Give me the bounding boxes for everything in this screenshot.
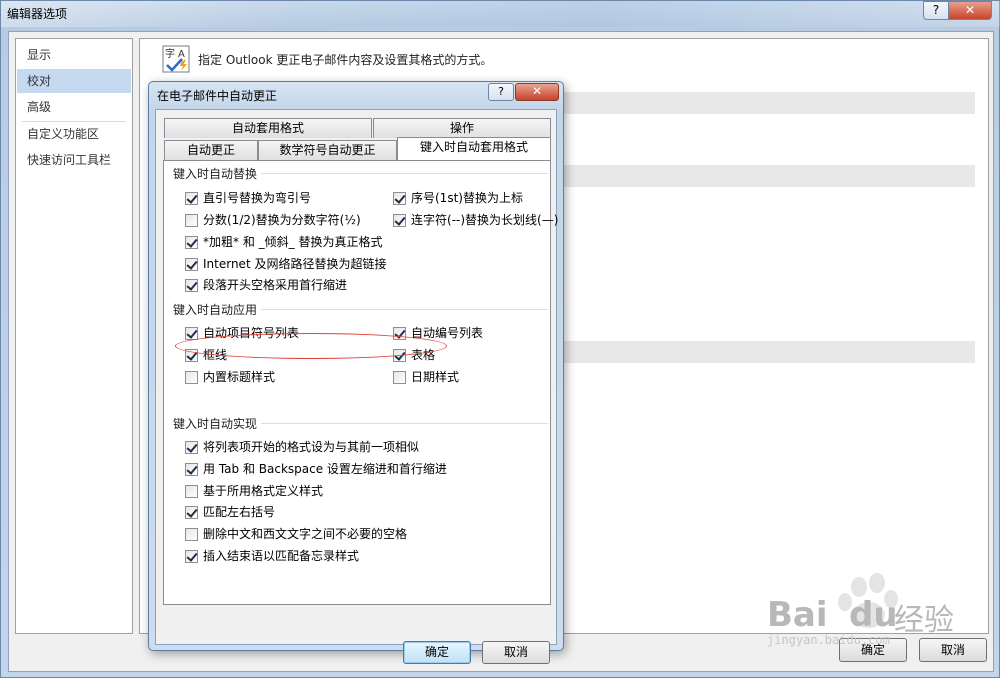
nav-item-advanced[interactable]: 高级 bbox=[17, 95, 131, 119]
tab-autocorrect[interactable]: 自动更正 bbox=[164, 140, 258, 160]
annotation-highlight-oval bbox=[175, 333, 447, 359]
dialog-ok-button[interactable]: 确定 bbox=[403, 641, 471, 664]
checkbox[interactable] bbox=[185, 279, 198, 292]
checkbox[interactable] bbox=[185, 550, 198, 563]
section-header-band bbox=[560, 92, 975, 114]
option-label: 插入结束语以匹配备忘录样式 bbox=[203, 549, 360, 563]
section-header-band bbox=[560, 165, 975, 187]
checkbox[interactable] bbox=[185, 441, 198, 454]
autoformat-as-you-type-page: 键入时自动替换 直引号替换为弯引号 序号(1st)替换为上标 分数(1/2)替换… bbox=[163, 160, 558, 605]
option-label: 基于所用格式定义样式 bbox=[203, 484, 324, 498]
option-label: 匹配左右括号 bbox=[203, 505, 276, 519]
checkbox[interactable] bbox=[185, 214, 198, 227]
checkbox[interactable] bbox=[185, 485, 198, 498]
nav-item-quick-access-toolbar[interactable]: 快速访问工具栏 bbox=[17, 148, 131, 172]
dialog-close-button[interactable]: ✕ bbox=[515, 83, 559, 101]
checkbox[interactable] bbox=[185, 371, 198, 384]
autocorrect-dialog: 在电子邮件中自动更正 ? ✕ 自动套用格式 操作 自动更正 数学符号自动更正 键… bbox=[148, 81, 564, 664]
checkbox[interactable] bbox=[393, 214, 406, 227]
option-label: 将列表项开始的格式设为与其前一项相似 bbox=[203, 440, 420, 454]
title-bar bbox=[1, 1, 1000, 27]
close-button[interactable]: ✕ bbox=[948, 1, 992, 20]
checkbox[interactable] bbox=[185, 258, 198, 271]
tab-autoformat-as-you-type[interactable]: 键入时自动套用格式 bbox=[397, 137, 551, 160]
nav-item-display[interactable]: 显示 bbox=[17, 43, 131, 67]
option-label: 删除中文和西文文字之间不必要的空格 bbox=[203, 527, 408, 541]
dialog-body: 自动套用格式 操作 自动更正 数学符号自动更正 键入时自动套用格式 键入时自动替… bbox=[155, 109, 558, 664]
checkbox[interactable] bbox=[393, 371, 406, 384]
category-nav: 显示 校对 高级 自定义功能区 快速访问工具栏 bbox=[15, 38, 133, 634]
tab-autoformat[interactable]: 自动套用格式 bbox=[164, 118, 372, 138]
option-label: 用 Tab 和 Backspace 设置左缩进和首行缩进 bbox=[203, 462, 447, 476]
checkbox[interactable] bbox=[185, 506, 198, 519]
dialog-help-button[interactable]: ? bbox=[488, 83, 514, 101]
option-label: *加粗* 和 _倾斜_ 替换为真正格式 bbox=[203, 235, 383, 249]
dialog-cancel-button[interactable]: 取消 bbox=[482, 641, 550, 664]
svg-text:字: 字 bbox=[165, 47, 175, 60]
watermark-url: jingyan.baidu.com bbox=[767, 633, 890, 647]
help-button[interactable]: ? bbox=[923, 1, 949, 20]
option-label: 序号(1st)替换为上标 bbox=[411, 191, 523, 205]
watermark-brand-cn: 经验 bbox=[894, 603, 954, 638]
group-label-auto: 键入时自动实现 bbox=[173, 415, 262, 432]
svg-text:A: A bbox=[178, 49, 185, 60]
option-label: Internet 及网络路径替换为超链接 bbox=[203, 257, 387, 271]
checkbox[interactable] bbox=[185, 528, 198, 541]
window-title: 编辑器选项 bbox=[7, 7, 68, 21]
option-label: 段落开头空格采用首行缩进 bbox=[203, 278, 348, 292]
checkbox[interactable] bbox=[185, 463, 198, 476]
option-label: 分数(1/2)替换为分数字符(½) bbox=[203, 213, 361, 227]
group-label-replace: 键入时自动替换 bbox=[173, 165, 262, 182]
option-label: 连字符(--)替换为长划线(—) bbox=[411, 213, 559, 227]
option-label: 直引号替换为弯引号 bbox=[203, 191, 312, 205]
checkbox[interactable] bbox=[185, 192, 198, 205]
checkbox[interactable] bbox=[185, 236, 198, 249]
watermark-brand-du: du bbox=[849, 595, 898, 635]
watermark-brand: Bai bbox=[767, 595, 828, 635]
dialog-title: 在电子邮件中自动更正 bbox=[157, 89, 278, 103]
group-label-apply: 键入时自动应用 bbox=[173, 301, 262, 318]
tab-math-autocorrect[interactable]: 数学符号自动更正 bbox=[258, 140, 397, 160]
proofing-description: 指定 Outlook 更正电子邮件内容及设置其格式的方式。 bbox=[198, 53, 493, 67]
nav-item-proofing[interactable]: 校对 bbox=[17, 69, 131, 93]
option-label: 内置标题样式 bbox=[203, 370, 276, 384]
nav-item-customize-ribbon[interactable]: 自定义功能区 bbox=[17, 122, 131, 146]
tab-actions[interactable]: 操作 bbox=[373, 118, 551, 138]
option-label: 日期样式 bbox=[411, 370, 460, 384]
checkbox[interactable] bbox=[393, 192, 406, 205]
section-header-band bbox=[560, 341, 975, 363]
proofing-abc-check-icon: 字 A bbox=[162, 45, 190, 73]
